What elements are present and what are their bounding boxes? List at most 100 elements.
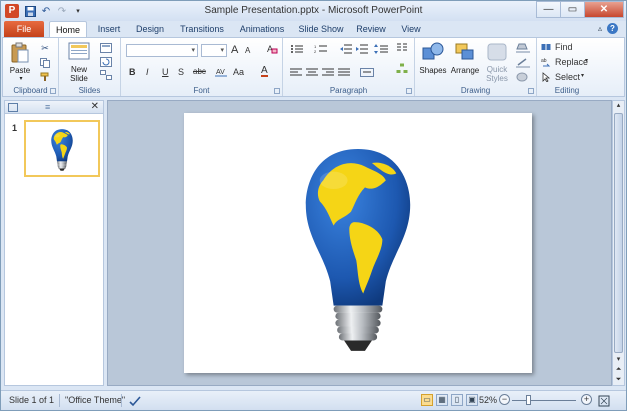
slides-pane-header: ≡ ✕ [5, 101, 103, 114]
new-slide-label-2: Slide [70, 74, 88, 83]
slide-sorter-icon[interactable]: ▦ [436, 394, 448, 406]
align-right-icon[interactable] [321, 66, 335, 78]
select-dropdown-icon[interactable]: ▾ [581, 72, 584, 79]
shapes-icon[interactable] [421, 41, 445, 63]
outline-tab-icon[interactable]: ≡ [45, 102, 50, 112]
select-button[interactable]: Select [555, 72, 580, 82]
paste-icon[interactable] [9, 41, 31, 65]
line-spacing-icon[interactable] [373, 43, 389, 55]
normal-view-icon[interactable]: ▭ [421, 394, 433, 406]
change-case-button[interactable]: Aa [233, 67, 244, 77]
close-icon[interactable]: ✕ [584, 1, 624, 18]
slide-canvas[interactable] [184, 113, 532, 373]
reset-icon[interactable] [99, 56, 113, 67]
powerpoint-window: P ↶ ↷ ▾ Sample Presentation.pptx - Micro… [0, 0, 627, 411]
quick-styles-icon[interactable] [485, 41, 509, 63]
drawing-group-label: Drawing [460, 86, 491, 95]
previous-slide-icon[interactable]: ⏶ [613, 365, 624, 374]
layout-icon[interactable] [99, 42, 113, 53]
help-icon[interactable]: ? [607, 23, 618, 34]
scroll-down-icon[interactable]: ▾ [613, 355, 624, 364]
shape-effects-icon[interactable] [515, 71, 531, 83]
decrease-indent-icon[interactable] [339, 43, 353, 55]
underline-button[interactable]: U [162, 67, 169, 77]
status-divider [59, 394, 60, 407]
increase-indent-icon[interactable] [355, 43, 369, 55]
bold-button[interactable]: B [129, 67, 136, 77]
title-bar: P ↶ ↷ ▾ Sample Presentation.pptx - Micro… [1, 1, 626, 21]
window-controls: — ▭ ✕ [536, 1, 624, 18]
font-size-combo[interactable]: ▾ [201, 44, 227, 57]
tab-insert[interactable]: Insert [91, 21, 127, 37]
tab-slide-show[interactable]: Slide Show [296, 21, 346, 37]
globe-lightbulb-image[interactable] [184, 113, 532, 373]
tab-review[interactable]: Review [353, 21, 389, 37]
replace-icon[interactable]: ab [541, 57, 551, 67]
shadow-button[interactable]: S [178, 67, 184, 77]
tab-home[interactable]: Home [49, 21, 87, 37]
shape-outline-icon[interactable] [515, 57, 531, 69]
tab-view[interactable]: View [396, 21, 426, 37]
strikethrough-button[interactable]: abc [193, 67, 206, 76]
maximize-icon[interactable]: ▭ [560, 1, 585, 18]
vertical-scrollbar[interactable]: ▴ ▾ ⏶ ⏷ [612, 100, 625, 386]
columns-icon[interactable] [395, 41, 409, 55]
minimize-icon[interactable]: — [536, 1, 561, 18]
zoom-out-icon[interactable]: − [499, 394, 510, 405]
justify-icon[interactable] [337, 66, 351, 78]
select-icon[interactable] [541, 72, 551, 82]
new-slide-icon[interactable] [67, 41, 91, 63]
slide-show-icon[interactable]: ▣ [466, 394, 478, 406]
scrollbar-thumb[interactable] [614, 113, 623, 353]
find-icon[interactable] [541, 42, 551, 52]
find-button[interactable]: Find [555, 42, 573, 52]
section-icon[interactable] [99, 69, 113, 80]
reading-view-icon[interactable]: ▯ [451, 394, 463, 406]
quick-styles-label-1: Quick [486, 65, 508, 74]
fit-to-window-icon[interactable] [597, 394, 610, 407]
close-pane-icon[interactable]: ✕ [91, 101, 99, 112]
align-left-icon[interactable] [289, 66, 303, 78]
window-title: Sample Presentation.pptx - Microsoft Pow… [204, 5, 423, 16]
zoom-slider[interactable] [512, 400, 576, 401]
drawing-launcher-icon[interactable] [528, 88, 534, 94]
paragraph-launcher-icon[interactable] [406, 88, 412, 94]
shape-fill-icon[interactable] [515, 42, 531, 54]
smartart-icon[interactable] [395, 62, 409, 76]
zoom-in-icon[interactable]: + [581, 394, 592, 405]
shrink-font-icon[interactable]: A [245, 46, 250, 55]
spell-check-icon[interactable] [128, 394, 141, 407]
character-spacing-icon[interactable]: AV [213, 65, 229, 78]
slide-number: 1 [12, 123, 18, 133]
clear-formatting-icon[interactable]: A [265, 42, 279, 56]
format-painter-icon[interactable] [39, 71, 51, 83]
replace-button[interactable]: Replace [555, 57, 588, 67]
replace-dropdown-icon[interactable]: ▾ [585, 57, 588, 64]
arrange-icon[interactable] [453, 41, 477, 63]
tab-transitions[interactable]: Transitions [176, 21, 228, 37]
italic-button[interactable]: I [146, 67, 149, 77]
paste-dropdown-icon[interactable]: ▾ [17, 75, 25, 82]
scroll-up-icon[interactable]: ▴ [613, 101, 624, 110]
new-slide-label-1: New [70, 65, 87, 74]
slides-tab-icon[interactable] [8, 103, 18, 112]
numbering-icon[interactable]: 12 [313, 43, 329, 55]
grow-font-icon[interactable]: A [231, 44, 238, 56]
zoom-level[interactable]: 52% [479, 395, 497, 405]
font-launcher-icon[interactable] [274, 88, 280, 94]
font-family-combo[interactable]: ▾ [126, 44, 198, 57]
slide-thumbnail[interactable] [24, 120, 100, 177]
font-color-button[interactable]: A [261, 66, 268, 77]
bullets-icon[interactable] [289, 43, 305, 55]
align-center-icon[interactable] [305, 66, 319, 78]
next-slide-icon[interactable]: ⏷ [613, 375, 624, 384]
cut-icon[interactable]: ✂ [39, 42, 51, 54]
minimize-ribbon-icon[interactable]: ▵ [598, 24, 602, 33]
align-text-icon[interactable] [359, 66, 375, 78]
clipboard-launcher-icon[interactable] [50, 88, 56, 94]
tab-design[interactable]: Design [131, 21, 169, 37]
zoom-slider-knob[interactable] [526, 395, 531, 405]
tab-animations[interactable]: Animations [235, 21, 289, 37]
copy-icon[interactable] [39, 57, 51, 69]
tab-file[interactable]: File [4, 21, 44, 37]
